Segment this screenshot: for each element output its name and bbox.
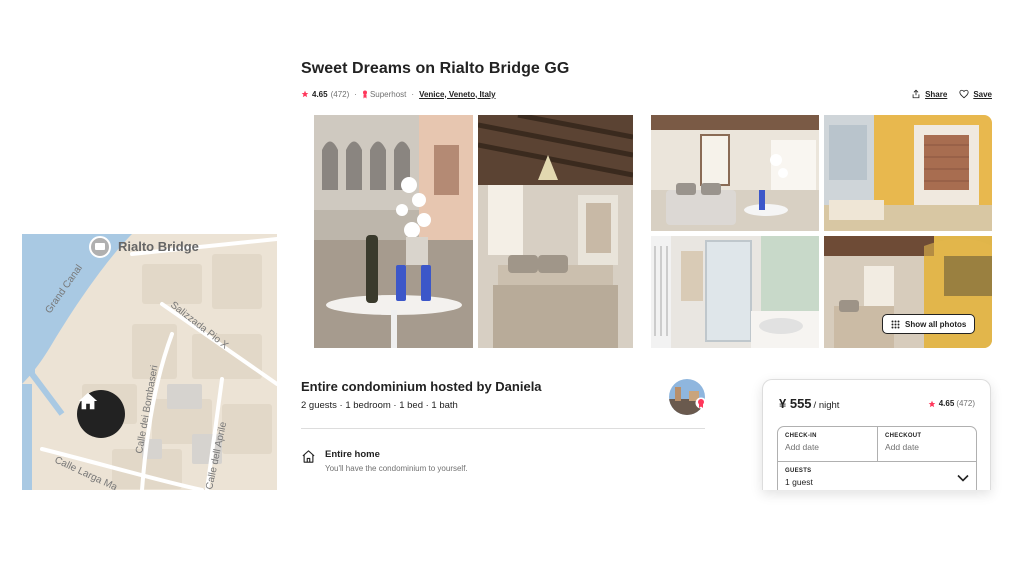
guests-value: 1 guest	[785, 477, 813, 487]
rating-value: 4.65	[938, 399, 955, 408]
guests-label: GUESTS	[785, 468, 812, 474]
checkin-label: CHECK-IN	[785, 433, 817, 439]
checkout-value: Add date	[885, 442, 920, 452]
show-all-photos-button[interactable]: Show all photos	[882, 314, 976, 334]
price-value: ¥ 555	[779, 396, 812, 411]
location-link[interactable]: Venice, Veneto, Italy	[419, 90, 495, 99]
superhost-badge-icon	[695, 397, 707, 409]
photo-living	[651, 115, 819, 231]
star-icon	[928, 400, 936, 407]
photo-bedroom	[478, 115, 633, 348]
superhost-icon	[362, 90, 367, 98]
listing-summary: 2 guests · 1 bedroom · 1 bed · 1 bath	[301, 400, 458, 411]
listing-actions: Share Save	[899, 88, 992, 100]
listing-photo-bedroom[interactable]	[478, 115, 633, 348]
listing-photo-living[interactable]	[651, 115, 819, 231]
separator: ·	[354, 89, 357, 99]
highlight-description: You'll have the condominium to yourself.	[325, 464, 468, 473]
listing-title: Sweet Dreams on Rialto Bridge GG	[301, 60, 570, 77]
separator: ·	[411, 89, 415, 99]
checkout-field[interactable]: CHECKOUT Add date	[878, 427, 977, 462]
heart-icon	[959, 89, 969, 99]
listing-photo-balcony[interactable]	[314, 115, 473, 348]
photo-bathroom	[651, 236, 819, 348]
photo-nook	[824, 115, 992, 231]
superhost-label: Superhost	[369, 89, 407, 99]
listing-photo-nook[interactable]	[824, 115, 992, 231]
grid-dots-icon	[891, 320, 900, 328]
listing-photo-bathroom[interactable]	[651, 236, 819, 348]
checkout-label: CHECKOUT	[885, 433, 922, 439]
booking-rating: 4.65 (472)	[928, 399, 975, 408]
map-home-marker[interactable]	[77, 390, 125, 438]
listing-meta: 4.65 (472) · Superhost · Venice, Veneto,…	[301, 88, 496, 100]
review-count[interactable]: (472)	[956, 399, 975, 408]
price-unit: / night	[813, 400, 840, 411]
share-label: Share	[925, 89, 948, 99]
section-divider	[301, 428, 705, 429]
review-count[interactable]: (472)	[331, 90, 350, 99]
date-guest-picker: CHECK-IN Add date CHECKOUT Add date GUES…	[777, 426, 977, 490]
chevron-down-icon[interactable]	[957, 474, 969, 482]
map-canvas: Grand Canal Salizzada Pio X Calle dei Bo…	[22, 234, 277, 490]
photo-balcony	[314, 115, 473, 348]
checkin-value: Add date	[785, 442, 820, 452]
booking-card: ¥ 555/ night 4.65 (472) CHECK-IN Add dat…	[762, 379, 991, 490]
rating-value: 4.65	[312, 89, 328, 99]
guests-selector[interactable]: GUESTS 1 guest	[778, 462, 977, 490]
checkin-field[interactable]: CHECK-IN Add date	[778, 427, 878, 462]
save-button[interactable]: Save	[959, 89, 992, 99]
highlight-title: Entire home	[325, 449, 380, 460]
location-map[interactable]: Grand Canal Salizzada Pio X Calle dei Bo…	[22, 234, 277, 490]
save-label: Save	[973, 89, 992, 99]
home-icon	[302, 450, 315, 463]
share-icon	[912, 89, 920, 99]
home-icon	[78, 392, 98, 410]
show-all-photos-label: Show all photos	[905, 319, 967, 329]
share-button[interactable]: Share	[911, 89, 947, 99]
star-icon	[301, 90, 309, 98]
map-place-label: Rialto Bridge	[118, 239, 199, 254]
nightly-price: ¥ 555/ night	[779, 396, 839, 411]
host-heading: Entire condominium hosted by Daniela	[301, 379, 542, 394]
